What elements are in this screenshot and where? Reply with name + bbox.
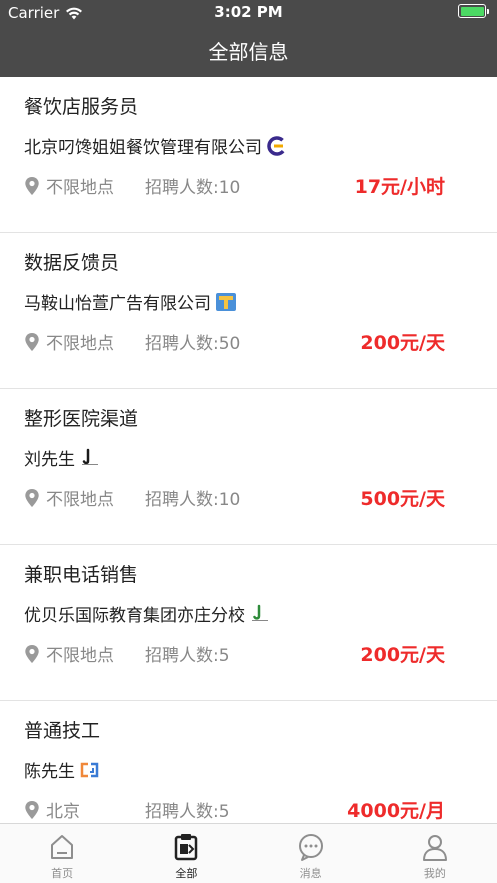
tab-home[interactable]: 首页 <box>0 824 124 883</box>
company-row: 马鞍山怡萱广告有限公司 <box>24 289 237 314</box>
brand-j-green-logo-icon <box>249 604 271 624</box>
page-title: 全部信息 <box>208 40 289 64</box>
pay-rate: 500元/天 <box>360 488 445 510</box>
pay-rate: 200元/天 <box>360 644 445 666</box>
company-name: 刘先生 <box>24 450 75 470</box>
location-pin-icon <box>25 644 39 663</box>
job-title: 兼职电话销售 <box>24 564 139 586</box>
company-name: 优贝乐国际教育集团亦庄分校 <box>24 606 245 626</box>
location-row: 不限地点 <box>24 485 114 510</box>
pay-rate: 17元/小时 <box>354 176 445 198</box>
pay-rate: 4000元/月 <box>347 800 445 822</box>
tab-label: 全部 <box>175 867 198 880</box>
job-card[interactable]: 数据反馈员 马鞍山怡萱广告有限公司 不限地点 招聘人数:50 200元/天 <box>0 233 497 389</box>
location-pin-icon <box>25 800 39 819</box>
location-row: 不限地点 <box>24 173 114 198</box>
job-title: 整形医院渠道 <box>24 408 139 430</box>
location-row: 不限地点 <box>24 329 114 354</box>
tab-label: 我的 <box>423 867 446 880</box>
company-name: 陈先生 <box>24 762 75 782</box>
job-card[interactable]: 兼职电话销售 优贝乐国际教育集团亦庄分校 不限地点 招聘人数:5 200元/天 <box>0 545 497 701</box>
job-title: 数据反馈员 <box>24 252 120 274</box>
brand-box-logo-icon <box>215 292 237 312</box>
person-icon <box>422 835 447 861</box>
tab-all[interactable]: 全部 <box>124 824 248 883</box>
job-list[interactable]: 餐饮店服务员 北京叼馋姐姐餐饮管理有限公司 不限地点 招聘人数:10 17元/小… <box>0 77 497 823</box>
job-title: 普通技工 <box>24 720 101 742</box>
company-name: 北京叼馋姐姐餐饮管理有限公司 <box>24 138 262 158</box>
recruit-count: 招聘人数:10 <box>145 490 241 510</box>
tab-label: 消息 <box>299 867 322 880</box>
recruit-count: 招聘人数:5 <box>145 802 230 822</box>
recruit-count: 招聘人数:5 <box>145 646 230 666</box>
message-icon <box>298 834 323 861</box>
job-card[interactable]: 餐饮店服务员 北京叼馋姐姐餐饮管理有限公司 不限地点 招聘人数:10 17元/小… <box>0 77 497 233</box>
location-text: 不限地点 <box>46 178 114 198</box>
home-icon <box>51 835 74 859</box>
company-name: 马鞍山怡萱广告有限公司 <box>24 294 211 314</box>
location-row: 北京 <box>24 797 80 822</box>
location-text: 不限地点 <box>46 334 114 354</box>
tab-label: 首页 <box>51 867 74 880</box>
company-row: 陈先生 <box>24 757 101 782</box>
brand-c-logo-icon <box>266 135 288 156</box>
battery-icon <box>458 4 489 18</box>
location-row: 不限地点 <box>24 641 114 666</box>
location-pin-icon <box>25 488 39 507</box>
tab-messages[interactable]: 消息 <box>249 824 373 883</box>
brand-cj-logo-icon <box>79 760 101 780</box>
recruit-count: 招聘人数:10 <box>145 178 241 198</box>
clipboard-icon <box>175 834 198 861</box>
recruit-count: 招聘人数:50 <box>145 334 241 354</box>
company-row: 北京叼馋姐姐餐饮管理有限公司 <box>24 133 288 158</box>
company-row: 优贝乐国际教育集团亦庄分校 <box>24 601 271 626</box>
tab-profile[interactable]: 我的 <box>373 824 497 883</box>
job-title: 餐饮店服务员 <box>24 96 139 118</box>
job-card[interactable]: 普通技工 陈先生 北京 招聘人数:5 4000元/月 <box>0 701 497 823</box>
location-text: 不限地点 <box>46 490 114 510</box>
status-time: 3:02 PM <box>214 3 283 21</box>
location-text: 不限地点 <box>46 646 114 666</box>
status-bar: Carrier 3:02 PM <box>0 0 497 25</box>
location-text: 北京 <box>46 802 80 822</box>
location-pin-icon <box>25 176 39 195</box>
tab-bar: 首页 全部 消息 我的 <box>0 823 497 883</box>
job-card[interactable]: 整形医院渠道 刘先生 不限地点 招聘人数:10 500元/天 <box>0 389 497 545</box>
header: Carrier 3:02 PM 全部信息 <box>0 0 497 77</box>
location-pin-icon <box>25 332 39 351</box>
brand-j-logo-icon <box>79 448 101 468</box>
pay-rate: 200元/天 <box>360 332 445 354</box>
company-row: 刘先生 <box>24 445 101 470</box>
